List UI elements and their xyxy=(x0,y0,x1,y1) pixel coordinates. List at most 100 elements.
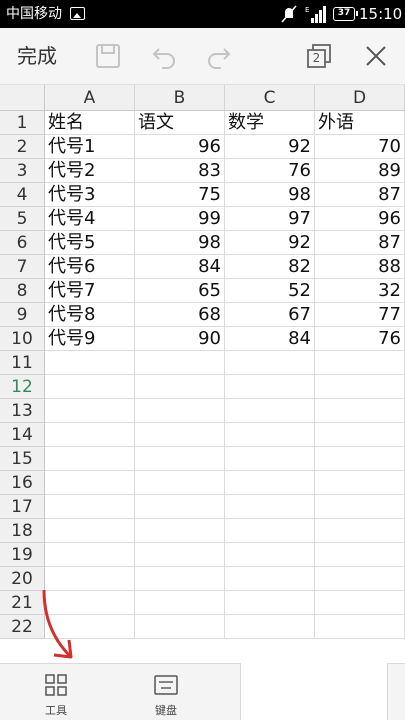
cell-d21[interactable] xyxy=(315,591,405,615)
cell-d9[interactable]: 77 xyxy=(315,303,405,327)
cell-c12[interactable] xyxy=(225,375,315,399)
row-header-9[interactable]: 9 xyxy=(0,303,45,327)
row-header-3[interactable]: 3 xyxy=(0,159,45,183)
cell-b14[interactable] xyxy=(135,423,225,447)
cell-b18[interactable] xyxy=(135,519,225,543)
row-header-8[interactable]: 8 xyxy=(0,279,45,303)
window-switch-icon[interactable]: 2 xyxy=(305,42,333,70)
cell-d1[interactable]: 外语 xyxy=(315,111,405,135)
cell-b16[interactable] xyxy=(135,471,225,495)
cell-c22[interactable] xyxy=(225,615,315,639)
cell-c3[interactable]: 76 xyxy=(225,159,315,183)
cell-d7[interactable]: 88 xyxy=(315,255,405,279)
cell-b22[interactable] xyxy=(135,615,225,639)
cell-b11[interactable] xyxy=(135,351,225,375)
cell-a5[interactable]: 代号4 xyxy=(45,207,135,231)
cell-d12[interactable] xyxy=(315,375,405,399)
cell-b20[interactable] xyxy=(135,567,225,591)
cell-c8[interactable]: 52 xyxy=(225,279,315,303)
cell-a11[interactable] xyxy=(45,351,135,375)
cell-b12[interactable] xyxy=(135,375,225,399)
row-header-14[interactable]: 14 xyxy=(0,423,45,447)
row-header-6[interactable]: 6 xyxy=(0,231,45,255)
cell-c10[interactable]: 84 xyxy=(225,327,315,351)
cell-b2[interactable]: 96 xyxy=(135,135,225,159)
cell-a10[interactable]: 代号9 xyxy=(45,327,135,351)
row-header-10[interactable]: 10 xyxy=(0,327,45,351)
row-header-12[interactable]: 12 xyxy=(0,375,45,399)
row-header-15[interactable]: 15 xyxy=(0,447,45,471)
cell-a13[interactable] xyxy=(45,399,135,423)
cell-c18[interactable] xyxy=(225,519,315,543)
cell-a17[interactable] xyxy=(45,495,135,519)
row-header-18[interactable]: 18 xyxy=(0,519,45,543)
cell-c17[interactable] xyxy=(225,495,315,519)
cell-b15[interactable] xyxy=(135,447,225,471)
cell-a19[interactable] xyxy=(45,543,135,567)
cell-a15[interactable] xyxy=(45,447,135,471)
cell-c14[interactable] xyxy=(225,423,315,447)
column-header-d[interactable]: D xyxy=(315,85,405,111)
cell-b8[interactable]: 65 xyxy=(135,279,225,303)
spreadsheet-grid[interactable]: A B C D 1 姓名 语文 数学 外语 2 代号1 96 92 70 3 代号2 83 76 89 4 代号3 75 9… xyxy=(0,85,405,663)
cell-d6[interactable]: 87 xyxy=(315,231,405,255)
cell-b9[interactable]: 68 xyxy=(135,303,225,327)
cell-b3[interactable]: 83 xyxy=(135,159,225,183)
undo-icon[interactable] xyxy=(150,42,178,70)
cell-c13[interactable] xyxy=(225,399,315,423)
cell-a14[interactable] xyxy=(45,423,135,447)
column-header-c[interactable]: C xyxy=(225,85,315,111)
cell-b5[interactable]: 99 xyxy=(135,207,225,231)
cell-d10[interactable]: 76 xyxy=(315,327,405,351)
cell-b17[interactable] xyxy=(135,495,225,519)
row-header-17[interactable]: 17 xyxy=(0,495,45,519)
cell-a1[interactable]: 姓名 xyxy=(45,111,135,135)
cell-d14[interactable] xyxy=(315,423,405,447)
row-header-7[interactable]: 7 xyxy=(0,255,45,279)
cell-c16[interactable] xyxy=(225,471,315,495)
cell-d19[interactable] xyxy=(315,543,405,567)
cell-d2[interactable]: 70 xyxy=(315,135,405,159)
cell-d13[interactable] xyxy=(315,399,405,423)
row-header-16[interactable]: 16 xyxy=(0,471,45,495)
cell-d8[interactable]: 32 xyxy=(315,279,405,303)
column-header-a[interactable]: A xyxy=(45,85,135,111)
cell-c4[interactable]: 98 xyxy=(225,183,315,207)
cell-a2[interactable]: 代号1 xyxy=(45,135,135,159)
cell-d15[interactable] xyxy=(315,447,405,471)
cell-d16[interactable] xyxy=(315,471,405,495)
cell-d22[interactable] xyxy=(315,615,405,639)
cell-b10[interactable]: 90 xyxy=(135,327,225,351)
cell-a12[interactable] xyxy=(45,375,135,399)
cell-c2[interactable]: 92 xyxy=(225,135,315,159)
cell-b21[interactable] xyxy=(135,591,225,615)
cell-c5[interactable]: 97 xyxy=(225,207,315,231)
row-header-4[interactable]: 4 xyxy=(0,183,45,207)
cell-b4[interactable]: 75 xyxy=(135,183,225,207)
redo-icon[interactable] xyxy=(205,42,233,70)
cell-d17[interactable] xyxy=(315,495,405,519)
cell-a9[interactable]: 代号8 xyxy=(45,303,135,327)
tools-button[interactable]: 工具 xyxy=(26,672,86,718)
cell-a3[interactable]: 代号2 xyxy=(45,159,135,183)
cell-d3[interactable]: 89 xyxy=(315,159,405,183)
cell-d4[interactable]: 87 xyxy=(315,183,405,207)
cell-d5[interactable]: 96 xyxy=(315,207,405,231)
cell-d18[interactable] xyxy=(315,519,405,543)
cell-b13[interactable] xyxy=(135,399,225,423)
cell-c7[interactable]: 82 xyxy=(225,255,315,279)
cell-c15[interactable] xyxy=(225,447,315,471)
row-header-11[interactable]: 11 xyxy=(0,351,45,375)
cell-a7[interactable]: 代号6 xyxy=(45,255,135,279)
cell-c21[interactable] xyxy=(225,591,315,615)
cell-c11[interactable] xyxy=(225,351,315,375)
cell-a18[interactable] xyxy=(45,519,135,543)
cell-c19[interactable] xyxy=(225,543,315,567)
row-header-13[interactable]: 13 xyxy=(0,399,45,423)
cell-input-field[interactable] xyxy=(240,663,388,720)
cell-a16[interactable] xyxy=(45,471,135,495)
cell-b6[interactable]: 98 xyxy=(135,231,225,255)
keyboard-button[interactable]: 键盘 xyxy=(136,672,196,718)
row-header-5[interactable]: 5 xyxy=(0,207,45,231)
cell-d11[interactable] xyxy=(315,351,405,375)
